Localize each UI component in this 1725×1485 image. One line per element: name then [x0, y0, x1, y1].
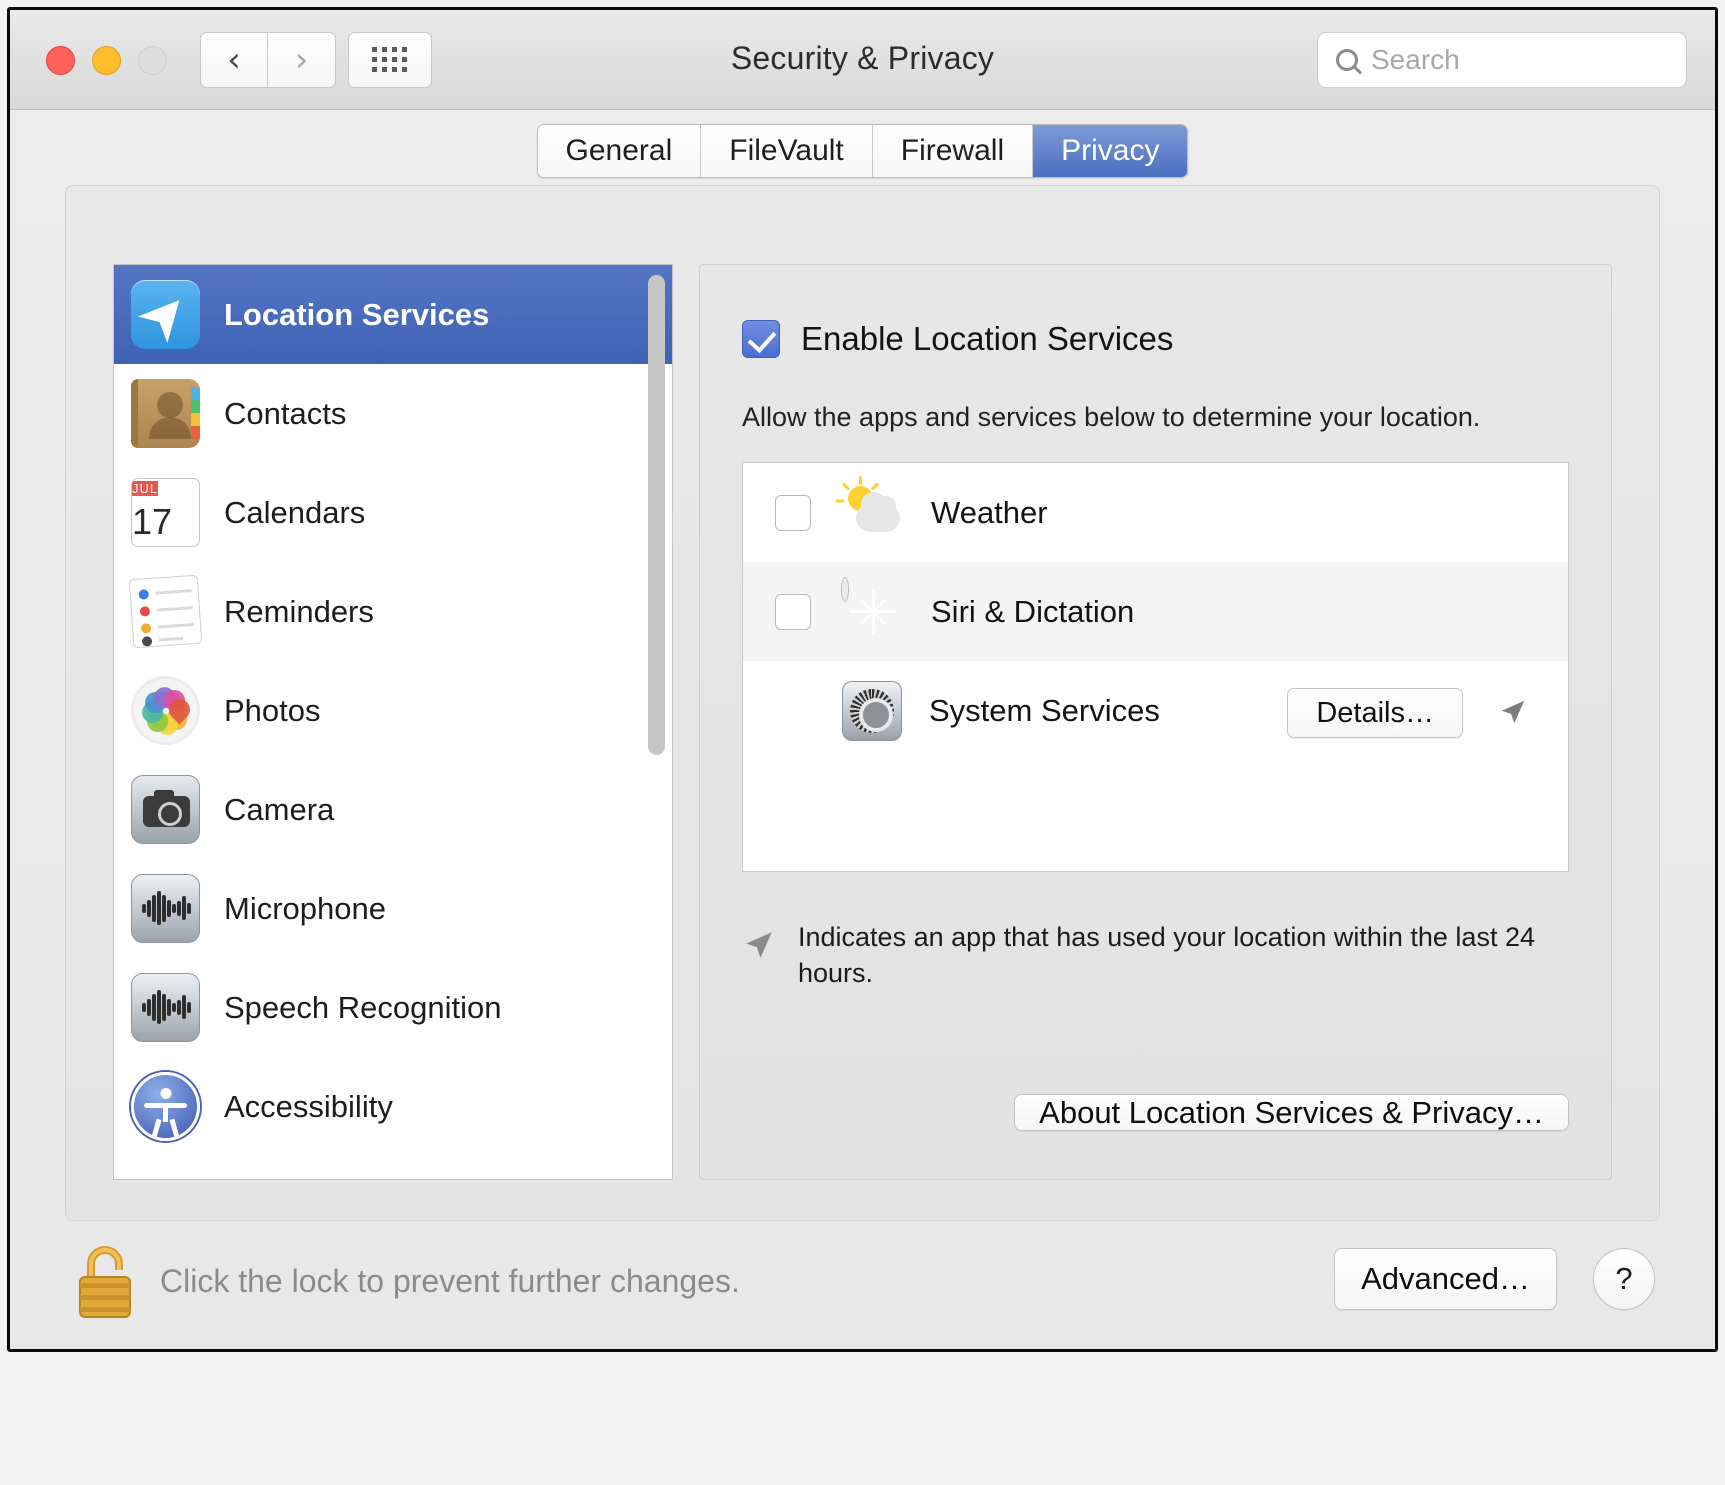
- sidebar-item-label: Reminders: [224, 593, 374, 629]
- scrollbar-thumb[interactable]: [648, 275, 665, 755]
- sidebar-item-contacts[interactable]: Contacts: [114, 364, 672, 463]
- microphone-icon: [131, 874, 200, 943]
- search-icon: [1336, 49, 1358, 71]
- accessibility-icon: [131, 1072, 200, 1141]
- note-text: Indicates an app that has used your loca…: [798, 922, 1535, 988]
- recent-location-note: Indicates an app that has used your loca…: [742, 920, 1569, 991]
- about-location-services-privacy-button[interactable]: About Location Services & Privacy…: [1014, 1094, 1569, 1131]
- reminders-icon: [128, 574, 203, 649]
- privacy-panel: Location Services Contacts JUL 17 Calend…: [65, 185, 1660, 1221]
- weather-icon: [835, 475, 904, 544]
- bottom-bar: Click the lock to prevent further change…: [10, 1221, 1715, 1349]
- speech-recognition-icon: [131, 973, 200, 1042]
- siri-checkbox[interactable]: [775, 593, 811, 630]
- tab-privacy[interactable]: Privacy: [1033, 125, 1188, 177]
- calendar-day: 17: [132, 501, 173, 542]
- unlocked-padlock-icon[interactable]: [72, 1243, 138, 1321]
- search-placeholder: Search: [1371, 44, 1460, 75]
- system-preferences-window: ‹ › Security & Privacy Search General Fi…: [7, 7, 1718, 1352]
- siri-icon: [842, 577, 904, 643]
- sidebar-item-location-services[interactable]: Location Services: [114, 265, 672, 364]
- sidebar-item-label: Accessibility: [224, 1088, 393, 1124]
- sidebar-item-label: Photos: [224, 692, 321, 728]
- tab-firewall[interactable]: Firewall: [872, 125, 1034, 177]
- sidebar-item-camera[interactable]: Camera: [114, 760, 672, 859]
- location-services-detail: Enable Location Services Allow the apps …: [699, 264, 1612, 1180]
- help-button[interactable]: ?: [1593, 1248, 1655, 1310]
- table-row[interactable]: System Services Details…: [743, 661, 1568, 760]
- app-label: System Services: [929, 692, 1160, 728]
- lock-hint-text: Click the lock to prevent further change…: [160, 1263, 740, 1299]
- sidebar-scrollbar[interactable]: [648, 275, 665, 1169]
- sidebar-item-reminders[interactable]: Reminders: [114, 562, 672, 661]
- calendar-month: JUL: [132, 481, 159, 496]
- sidebar-item-label: Microphone: [224, 890, 386, 926]
- photos-icon: [131, 676, 200, 745]
- sidebar-item-microphone[interactable]: Microphone: [114, 859, 672, 958]
- location-arrow-icon: [742, 928, 776, 962]
- tab-general[interactable]: General: [537, 125, 702, 177]
- weather-checkbox[interactable]: [775, 494, 811, 531]
- sidebar-item-label: Speech Recognition: [224, 989, 502, 1025]
- tab-bar-area: General FileVault Firewall Privacy: [10, 110, 1715, 178]
- sidebar-item-photos[interactable]: Photos: [114, 661, 672, 760]
- table-row[interactable]: Siri & Dictation: [743, 562, 1568, 661]
- sidebar-item-accessibility[interactable]: Accessibility: [114, 1057, 672, 1156]
- search-field[interactable]: Search: [1317, 32, 1687, 88]
- details-button[interactable]: Details…: [1287, 688, 1463, 738]
- location-services-icon: [131, 280, 200, 349]
- contacts-icon: [131, 379, 200, 448]
- camera-icon: [131, 775, 200, 844]
- table-row[interactable]: Weather: [743, 463, 1568, 562]
- about-button-wrap: About Location Services & Privacy…: [1014, 1083, 1569, 1143]
- sidebar-item-label: Camera: [224, 791, 335, 827]
- advanced-button[interactable]: Advanced…: [1334, 1248, 1557, 1310]
- app-label: Weather: [931, 494, 1048, 530]
- sidebar-item-label: Contacts: [224, 395, 347, 431]
- panel-content: Location Services Contacts JUL 17 Calend…: [113, 264, 1612, 1180]
- sidebar-item-label: Location Services: [224, 296, 490, 332]
- title-bar: ‹ › Security & Privacy Search: [10, 10, 1715, 110]
- system-services-gear-icon: [842, 680, 902, 741]
- sidebar-item-speech-recognition[interactable]: Speech Recognition: [114, 958, 672, 1057]
- enable-location-services-label: Enable Location Services: [801, 320, 1174, 357]
- enable-location-services-checkbox[interactable]: [742, 320, 780, 358]
- allow-description: Allow the apps and services below to det…: [742, 402, 1481, 432]
- tab-filevault[interactable]: FileVault: [701, 125, 873, 177]
- app-label: Siri & Dictation: [931, 593, 1135, 629]
- tab-bar: General FileVault Firewall Privacy: [536, 124, 1189, 178]
- enable-location-services-row[interactable]: Enable Location Services: [742, 320, 1569, 358]
- sidebar-item-calendars[interactable]: JUL 17 Calendars: [114, 463, 672, 562]
- privacy-category-list[interactable]: Location Services Contacts JUL 17 Calend…: [113, 264, 673, 1180]
- calendars-icon: JUL 17: [131, 478, 200, 547]
- app-location-list[interactable]: Weather Siri & Dictation System Services…: [742, 462, 1569, 872]
- sidebar-item-label: Calendars: [224, 494, 366, 530]
- recent-location-arrow-icon: [1498, 697, 1528, 727]
